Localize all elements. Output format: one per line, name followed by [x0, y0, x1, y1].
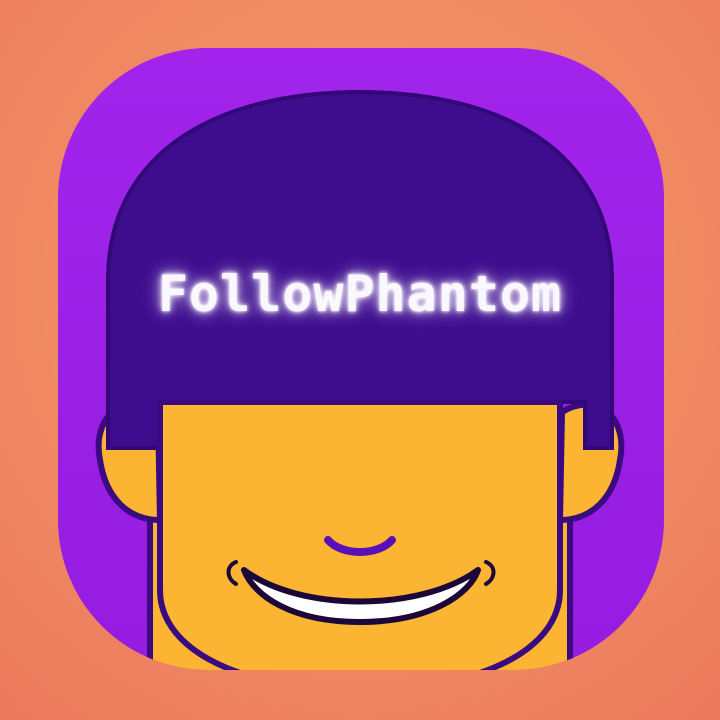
app-icon-artwork — [58, 48, 664, 670]
app-icon: FollowPhantom — [0, 0, 720, 720]
face-shape — [157, 399, 563, 670]
app-title: FollowPhantom — [157, 265, 563, 323]
